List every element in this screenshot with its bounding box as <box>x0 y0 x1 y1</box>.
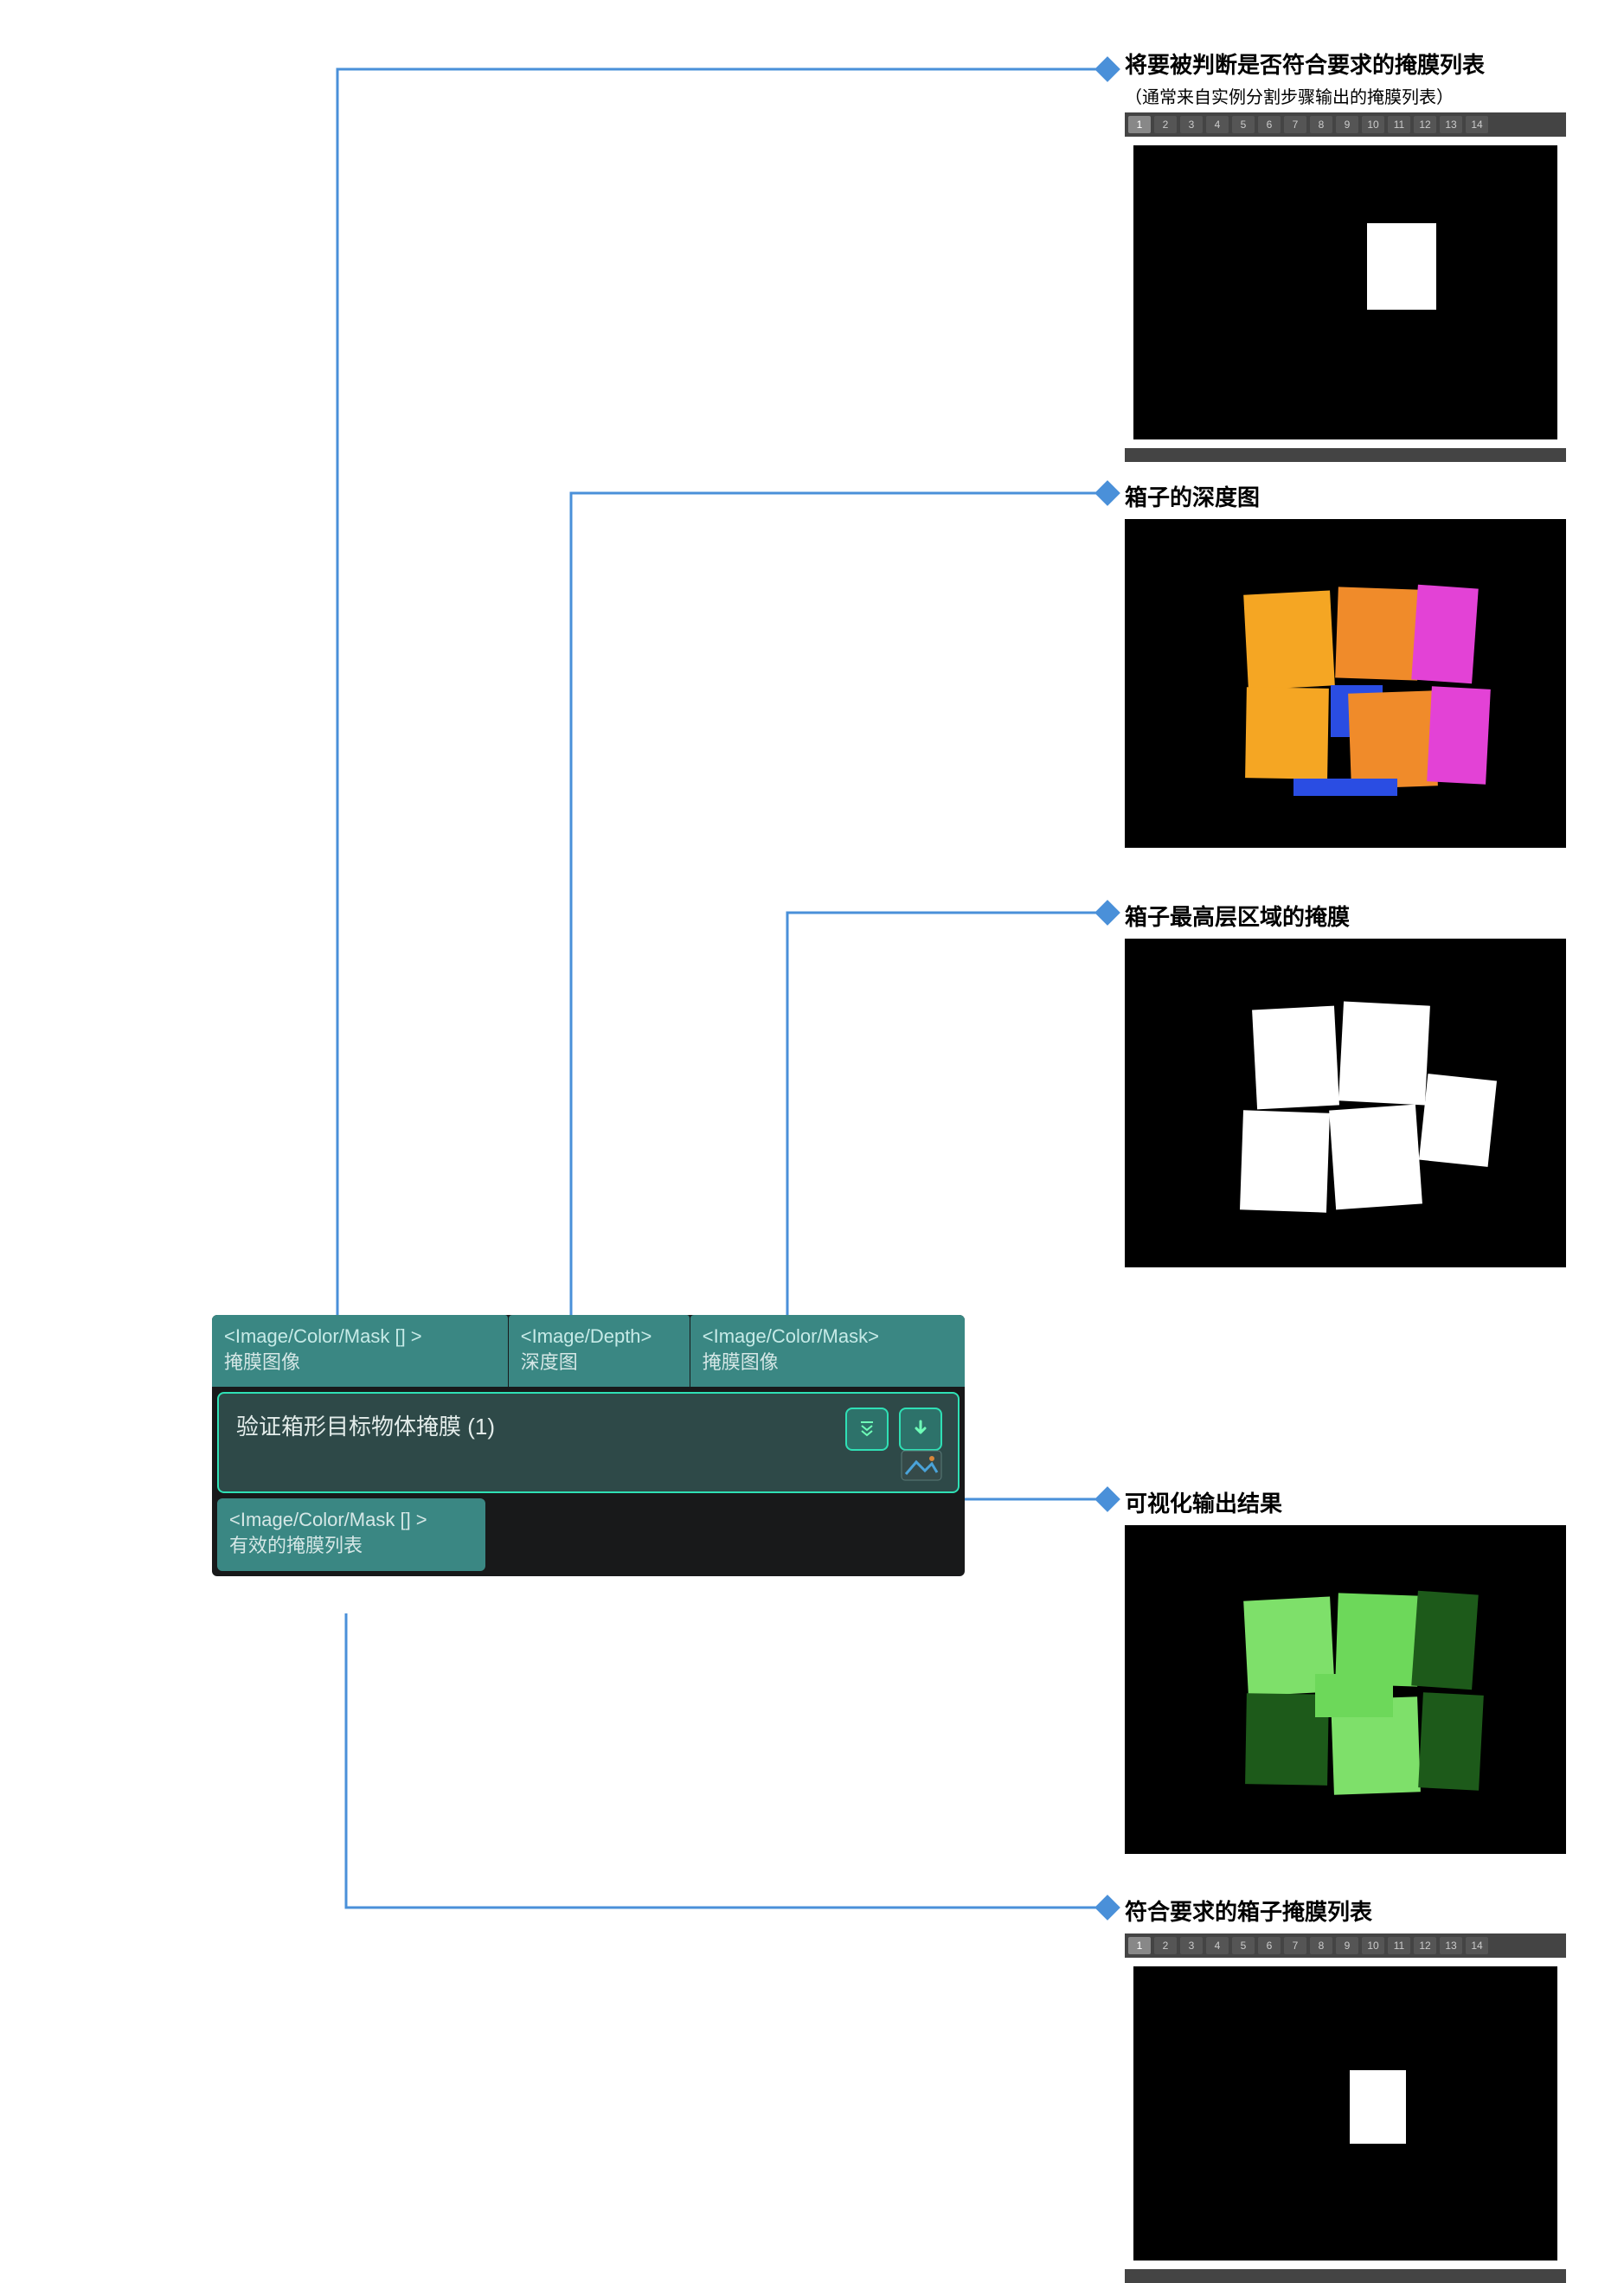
tab-5[interactable]: 5 <box>1232 116 1255 133</box>
tab-13[interactable]: 13 <box>1440 116 1462 133</box>
tab-14[interactable]: 14 <box>1466 1937 1488 1954</box>
depth-map-icon <box>1125 519 1566 848</box>
annotation-valid-mask-output: 符合要求的箱子掩膜列表 <box>1125 1895 1372 1927</box>
chevrons-down-icon <box>857 1419 877 1440</box>
thumbnail-depth <box>1125 519 1566 848</box>
node-input-label: 掩膜图像 <box>224 1350 496 1376</box>
node-output-label: 有效的掩膜列表 <box>229 1533 473 1559</box>
annotation-subtitle: （通常来自实例分割步骤输出的掩膜列表） <box>1125 83 1485 108</box>
tab-13[interactable]: 13 <box>1440 1937 1462 1954</box>
node-input-label: 掩膜图像 <box>703 1350 953 1376</box>
tab-2[interactable]: 2 <box>1154 1937 1177 1954</box>
node-output-type: <Image/Color/Mask [] > <box>229 1507 473 1533</box>
mask-blob <box>1350 2070 1406 2144</box>
tab-1[interactable]: 1 <box>1128 1937 1151 1954</box>
tab-10[interactable]: 10 <box>1362 1937 1384 1954</box>
download-arrow-icon <box>910 1419 931 1440</box>
thumbnail-tabstrip: 1 2 3 4 5 6 7 8 9 10 11 12 13 14 <box>1125 1933 1566 1958</box>
download-button[interactable] <box>899 1408 942 1451</box>
node-output-valid-mask-list[interactable]: <Image/Color/Mask [] > 有效的掩膜列表 <box>217 1498 485 1570</box>
tab-2[interactable]: 2 <box>1154 116 1177 133</box>
visualization-icon <box>1125 1525 1566 1854</box>
node-input-label: 深度图 <box>521 1350 677 1376</box>
node-input-mask-list[interactable]: <Image/Color/Mask [] > 掩膜图像 <box>212 1315 509 1387</box>
tab-4[interactable]: 4 <box>1206 116 1229 133</box>
thumbnail-valid-mask-list: 1 2 3 4 5 6 7 8 9 10 11 12 13 14 <box>1125 1933 1566 2283</box>
tab-6[interactable]: 6 <box>1258 1937 1281 1954</box>
top-mask-icon <box>1125 939 1566 1267</box>
thumbnail-image <box>1133 1966 1557 2261</box>
node-input-type: <Image/Color/Mask [] > <box>224 1324 496 1350</box>
thumbnail-mask-list: 1 2 3 4 5 6 7 8 9 10 11 12 13 14 <box>1125 112 1566 462</box>
node-input-depth[interactable]: <Image/Depth> 深度图 <box>509 1315 690 1387</box>
tab-7[interactable]: 7 <box>1284 1937 1306 1954</box>
annotation-mask-list-input: 将要被判断是否符合要求的掩膜列表 （通常来自实例分割步骤输出的掩膜列表） <box>1125 48 1485 108</box>
tab-9[interactable]: 9 <box>1336 1937 1358 1954</box>
tab-12[interactable]: 12 <box>1414 1937 1436 1954</box>
expand-button[interactable] <box>845 1408 889 1451</box>
tab-7[interactable]: 7 <box>1284 116 1306 133</box>
node-input-type: <Image/Color/Mask> <box>703 1324 953 1350</box>
annotation-depth-input: 箱子的深度图 <box>1125 480 1260 512</box>
tab-6[interactable]: 6 <box>1258 116 1281 133</box>
thumbnail-footer <box>1125 2269 1566 2283</box>
tab-3[interactable]: 3 <box>1180 116 1203 133</box>
node-body[interactable]: 验证箱形目标物体掩膜 (1) <box>217 1392 960 1493</box>
tab-1[interactable]: 1 <box>1128 116 1151 133</box>
thumbnail-tabstrip: 1 2 3 4 5 6 7 8 9 10 11 12 13 14 <box>1125 112 1566 137</box>
tab-12[interactable]: 12 <box>1414 116 1436 133</box>
tab-8[interactable]: 8 <box>1310 1937 1332 1954</box>
tab-11[interactable]: 11 <box>1388 116 1410 133</box>
annotation-top-mask-input: 箱子最高层区域的掩膜 <box>1125 900 1350 932</box>
tab-8[interactable]: 8 <box>1310 116 1332 133</box>
tab-4[interactable]: 4 <box>1206 1937 1229 1954</box>
mask-blob <box>1367 223 1436 310</box>
image-preview-button[interactable] <box>901 1450 942 1481</box>
node-title: 验证箱形目标物体掩膜 (1) <box>236 1409 940 1441</box>
tab-14[interactable]: 14 <box>1466 116 1488 133</box>
node-input-type: <Image/Depth> <box>521 1324 677 1350</box>
annotation-title: 可视化输出结果 <box>1125 1486 1282 1518</box>
annotation-title: 符合要求的箱子掩膜列表 <box>1125 1895 1372 1927</box>
tab-10[interactable]: 10 <box>1362 116 1384 133</box>
annotation-visualization-output: 可视化输出结果 <box>1125 1486 1282 1518</box>
thumbnail-image <box>1133 145 1557 439</box>
annotation-title: 箱子的深度图 <box>1125 480 1260 512</box>
node-input-mask[interactable]: <Image/Color/Mask> 掩膜图像 <box>690 1315 965 1387</box>
image-icon <box>901 1450 942 1481</box>
annotation-title: 将要被判断是否符合要求的掩膜列表 <box>1125 48 1485 80</box>
tab-11[interactable]: 11 <box>1388 1937 1410 1954</box>
thumbnail-footer <box>1125 448 1566 462</box>
annotation-title: 箱子最高层区域的掩膜 <box>1125 900 1350 932</box>
thumbnail-top-mask <box>1125 939 1566 1267</box>
tab-5[interactable]: 5 <box>1232 1937 1255 1954</box>
node-input-row: <Image/Color/Mask [] > 掩膜图像 <Image/Depth… <box>212 1315 965 1387</box>
tab-9[interactable]: 9 <box>1336 116 1358 133</box>
tab-3[interactable]: 3 <box>1180 1937 1203 1954</box>
thumbnail-visualization <box>1125 1525 1566 1854</box>
node-validate-box-mask: <Image/Color/Mask [] > 掩膜图像 <Image/Depth… <box>212 1315 965 1576</box>
